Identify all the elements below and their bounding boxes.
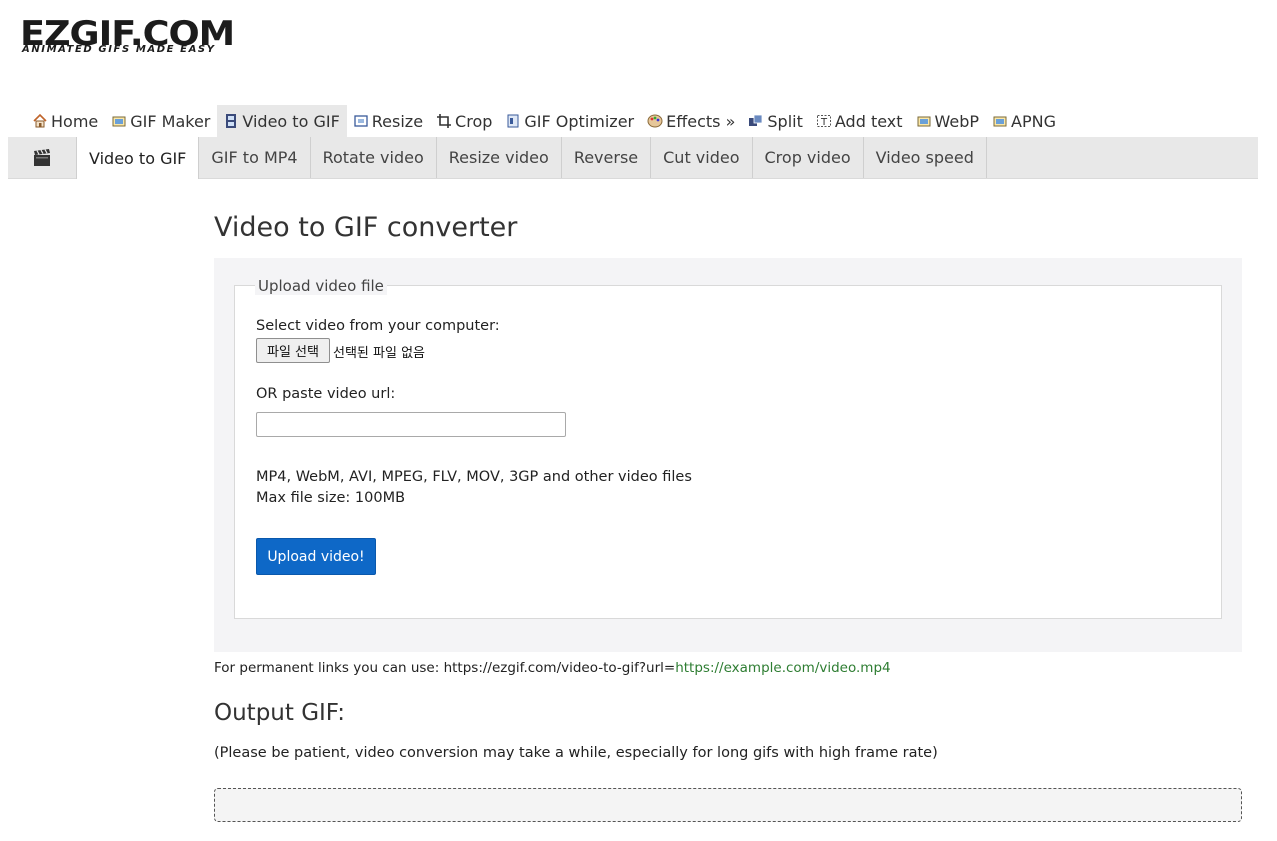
clapperboard-icon [8, 137, 76, 178]
permanent-link-prefix: For permanent links you can use: https:/… [214, 660, 676, 676]
gif-maker-icon [111, 113, 127, 129]
nav-gif-maker-label: GIF Maker [130, 111, 211, 131]
palette-icon [647, 113, 663, 129]
resize-icon [353, 113, 369, 129]
nav-apng[interactable]: APNG [986, 105, 1063, 137]
nav-webp[interactable]: WebP [910, 105, 987, 137]
nav-effects[interactable]: Effects » [641, 105, 742, 137]
nav-split-label: Split [767, 111, 803, 131]
subnav-reverse[interactable]: Reverse [562, 137, 652, 178]
nav-crop-label: Crop [455, 111, 493, 131]
url-label: OR paste video url: [256, 386, 396, 402]
webp-icon [916, 113, 932, 129]
file-status-text: 선택된 파일 없음 [333, 346, 425, 361]
permanent-link-example: https://example.com/video.mp4 [675, 660, 891, 676]
subnav-rotate-video[interactable]: Rotate video [311, 137, 437, 178]
split-icon [748, 113, 764, 129]
nav-webp-label: WebP [934, 111, 980, 131]
select-file-label: Select video from your computer: [256, 318, 500, 334]
optimizer-icon [505, 113, 521, 129]
nav-resize[interactable]: Resize [347, 105, 430, 137]
subnav-crop-video[interactable]: Crop video [753, 137, 864, 178]
film-icon [223, 113, 239, 129]
upload-video-button[interactable]: Upload video! [256, 538, 376, 575]
video-url-input[interactable] [256, 412, 566, 437]
patience-note: (Please be patient, video conversion may… [214, 745, 938, 761]
crop-icon [436, 113, 452, 129]
page-title: Video to GIF converter [214, 212, 518, 243]
home-icon [32, 113, 48, 129]
subnav-video-to-gif[interactable]: Video to GIF [76, 137, 200, 179]
main-nav: Home GIF Maker Video to GIF Resize Crop … [26, 105, 1063, 137]
nav-gif-optimizer-label: GIF Optimizer [524, 111, 635, 131]
nav-add-text-label: Add text [834, 111, 903, 131]
nav-video-to-gif-label: Video to GIF [242, 111, 340, 131]
nav-gif-optimizer[interactable]: GIF Optimizer [499, 105, 641, 137]
nav-crop[interactable]: Crop [430, 105, 499, 137]
permanent-link-note: For permanent links you can use: https:/… [214, 660, 891, 676]
output-gif-area [214, 788, 1242, 822]
sub-nav: Video to GIF GIF to MP4 Rotate video Res… [8, 137, 1258, 179]
nav-resize-label: Resize [371, 111, 424, 131]
nav-gif-maker[interactable]: GIF Maker [105, 105, 217, 137]
subnav-resize-video[interactable]: Resize video [437, 137, 562, 178]
nav-video-to-gif[interactable]: Video to GIF [217, 105, 347, 137]
logo-tagline: ANIMATED GIFS MADE EASY [22, 44, 216, 55]
nav-home[interactable]: Home [26, 105, 105, 137]
supported-formats-text: MP4, WebM, AVI, MPEG, FLV, MOV, 3GP and … [256, 469, 692, 485]
nav-apng-label: APNG [1011, 111, 1057, 131]
output-title: Output GIF: [214, 700, 346, 726]
choose-file-button[interactable]: 파일 선택 [256, 338, 330, 363]
subnav-cut-video[interactable]: Cut video [651, 137, 753, 178]
site-logo[interactable]: EZGIF.COM ANIMATED GIFS MADE EASY [20, 16, 260, 61]
svg-text:T: T [820, 117, 828, 128]
nav-home-label: Home [51, 111, 99, 131]
nav-effects-label: Effects » [666, 111, 736, 131]
max-file-size-text: Max file size: 100MB [256, 490, 406, 506]
subnav-gif-to-mp4[interactable]: GIF to MP4 [199, 137, 311, 178]
subnav-video-speed[interactable]: Video speed [864, 137, 987, 178]
nav-split[interactable]: Split [742, 105, 809, 137]
upload-panel: Upload video file Select video from your… [214, 258, 1242, 652]
upload-legend: Upload video file [255, 277, 387, 295]
text-icon: T [816, 113, 832, 129]
upload-fieldset: Upload video file Select video from your… [234, 277, 1222, 619]
apng-icon [992, 113, 1008, 129]
nav-add-text[interactable]: T Add text [810, 105, 910, 137]
